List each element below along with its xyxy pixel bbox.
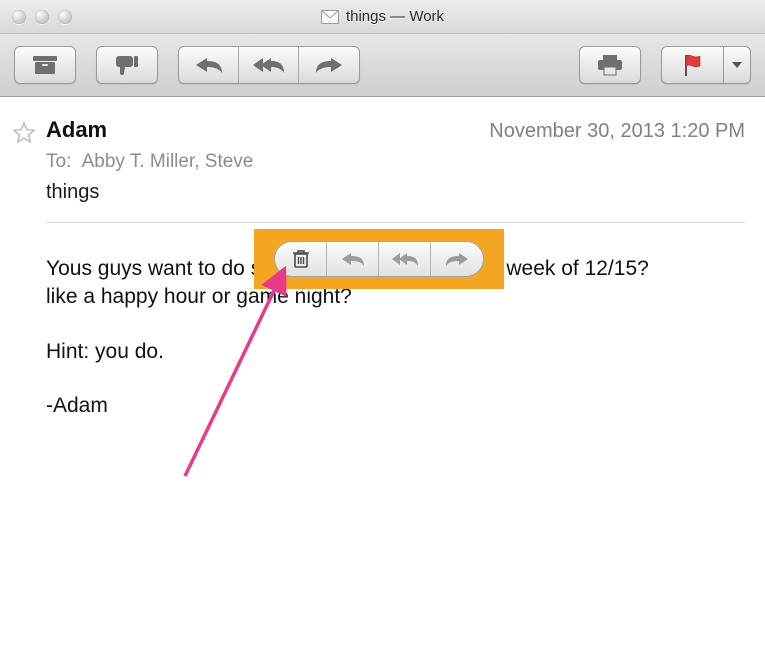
hover-delete-button[interactable]	[275, 242, 327, 276]
flag-icon	[682, 53, 704, 77]
junk-button[interactable]	[96, 46, 158, 84]
printer-icon	[596, 54, 624, 76]
forward-button[interactable]	[299, 47, 359, 83]
main-toolbar	[0, 34, 765, 97]
to-label: To:	[46, 151, 71, 172]
print-button[interactable]	[579, 46, 641, 84]
flag-dropdown-button[interactable]	[723, 46, 751, 84]
hover-action-toolbar	[274, 241, 484, 277]
reply-all-icon	[391, 252, 419, 267]
reply-all-icon	[252, 56, 286, 74]
reply-icon	[194, 56, 224, 74]
archive-button[interactable]	[14, 46, 76, 84]
body-paragraph: Hint: you do.	[46, 338, 686, 366]
zoom-window-button[interactable]	[58, 10, 72, 24]
hover-reply-all-button[interactable]	[379, 242, 431, 276]
hover-forward-button[interactable]	[431, 242, 483, 276]
envelope-icon	[321, 10, 339, 24]
flag-button-group	[661, 46, 751, 84]
body-signature: -Adam	[46, 392, 686, 420]
reply-button[interactable]	[179, 47, 239, 83]
archive-icon	[32, 55, 58, 75]
trash-icon	[292, 249, 310, 269]
window-title: things — Work	[346, 8, 444, 25]
reply-segment	[178, 46, 360, 84]
message-header: Adam November 30, 2013 1:20 PM To: Abby …	[46, 117, 745, 204]
thumbs-down-icon	[114, 54, 140, 76]
annotation-highlight	[254, 229, 504, 289]
window-titlebar: things — Work	[0, 0, 765, 34]
reply-all-button[interactable]	[239, 47, 299, 83]
recipients[interactable]: Abby T. Miller, Steve	[82, 151, 254, 172]
chevron-down-icon	[732, 62, 742, 69]
message-date: November 30, 2013 1:20 PM	[489, 120, 745, 143]
subject-line: things	[46, 181, 745, 204]
favorite-star-button[interactable]	[12, 121, 36, 150]
traffic-lights	[0, 10, 72, 24]
forward-icon	[314, 56, 344, 74]
forward-icon	[445, 252, 469, 267]
sender-name[interactable]: Adam	[46, 117, 107, 143]
flag-button[interactable]	[661, 46, 723, 84]
close-window-button[interactable]	[12, 10, 26, 24]
hover-reply-button[interactable]	[327, 242, 379, 276]
header-divider	[46, 222, 745, 223]
reply-icon	[341, 252, 365, 267]
to-line: To: Abby T. Miller, Steve	[46, 151, 745, 173]
minimize-window-button[interactable]	[35, 10, 49, 24]
